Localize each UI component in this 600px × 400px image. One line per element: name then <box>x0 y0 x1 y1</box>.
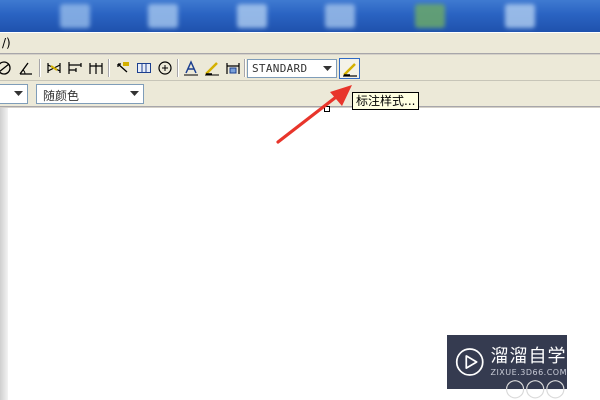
continue-dimension-icon[interactable] <box>86 58 106 78</box>
layer-select[interactable] <box>0 84 28 104</box>
annotation-arrow-icon <box>276 85 352 144</box>
dim-style-value: STANDARD <box>252 62 308 75</box>
quick-leader-icon[interactable] <box>113 58 133 78</box>
taskbar-app-icon[interactable] <box>60 4 90 28</box>
dim-edit-icon[interactable] <box>181 58 201 78</box>
baseline-dimension-icon[interactable] <box>65 58 85 78</box>
menu-item[interactable]: /) <box>2 36 11 50</box>
chevron-down-icon[interactable] <box>128 88 140 100</box>
dim-diameter-icon[interactable] <box>0 58 14 78</box>
taskbar-app-icon[interactable] <box>325 4 355 28</box>
center-mark-icon[interactable] <box>155 58 175 78</box>
dim-update-icon[interactable] <box>223 58 243 78</box>
dimension-style-tooltip: 标注样式... <box>352 92 420 110</box>
dimension-style-button[interactable] <box>339 58 360 79</box>
taskbar-app-icon[interactable] <box>415 4 445 28</box>
taskbar-app-icon[interactable] <box>148 4 178 28</box>
watermark-subtitle: ZIXUE.3D66.COM <box>490 368 567 377</box>
menu-bar: /) <box>0 32 600 54</box>
taskbar <box>0 0 600 32</box>
color-select[interactable]: 随颜色 <box>36 84 144 104</box>
dim-angular-icon[interactable] <box>16 58 36 78</box>
dim-style-icon <box>342 62 357 77</box>
chevron-down-icon[interactable] <box>320 62 334 75</box>
dim-text-edit-icon[interactable] <box>202 58 222 78</box>
taskbar-app-icon[interactable] <box>237 4 267 28</box>
chevron-down-icon[interactable] <box>12 88 24 100</box>
ghost-watermark: ◯◯◯ <box>505 378 566 399</box>
color-select-value: 随颜色 <box>43 89 80 103</box>
canvas-left-edge <box>0 108 8 400</box>
watermark-title: 溜溜自学 <box>490 346 567 367</box>
quick-dimension-icon[interactable] <box>44 58 64 78</box>
taskbar-app-icon[interactable] <box>505 4 535 28</box>
dim-style-select[interactable]: STANDARD <box>247 59 337 78</box>
tolerance-icon[interactable] <box>134 58 154 78</box>
play-logo-icon <box>455 348 484 376</box>
